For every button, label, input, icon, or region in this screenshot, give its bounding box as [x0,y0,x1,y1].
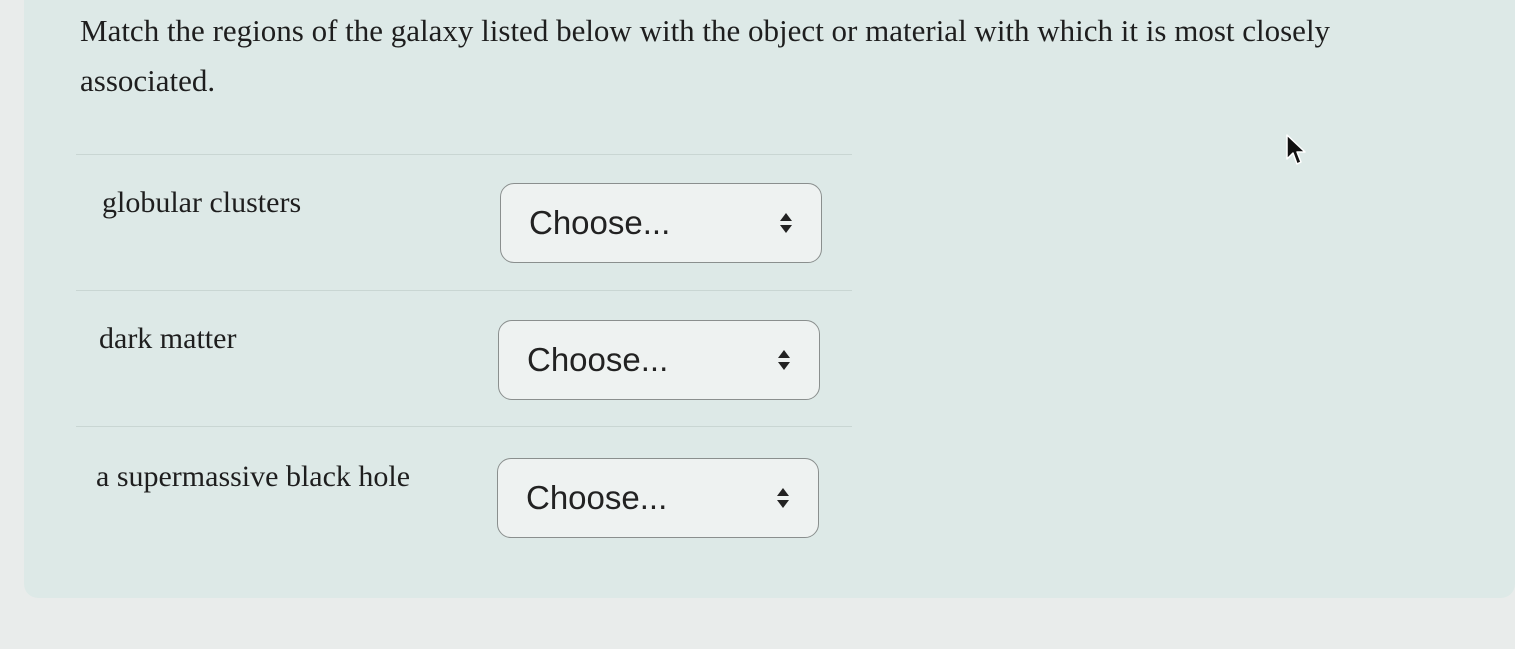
question-text: Match the regions of the galaxy listed b… [80,13,1331,98]
select-value: Choose... [526,479,668,516]
select-value: Choose... [529,204,671,241]
row-label-supermassive-black-hole: a supermassive black hole [96,460,411,493]
up-down-chevron-icon [777,488,789,508]
row-label-dark-matter: dark matter [99,322,237,355]
row-divider [76,426,852,427]
match-select-dark-matter[interactable]: Choose... [498,320,820,400]
select-value: Choose... [527,341,669,378]
row-divider [76,154,852,155]
mouse-pointer-icon [1286,134,1306,165]
match-select-supermassive-black-hole[interactable]: Choose... [497,458,819,538]
up-down-chevron-icon [780,213,792,233]
match-select-globular-clusters[interactable]: Choose... [500,183,822,263]
up-down-chevron-icon [778,350,790,370]
row-divider [76,290,852,291]
row-label-globular-clusters: globular clusters [102,186,302,219]
